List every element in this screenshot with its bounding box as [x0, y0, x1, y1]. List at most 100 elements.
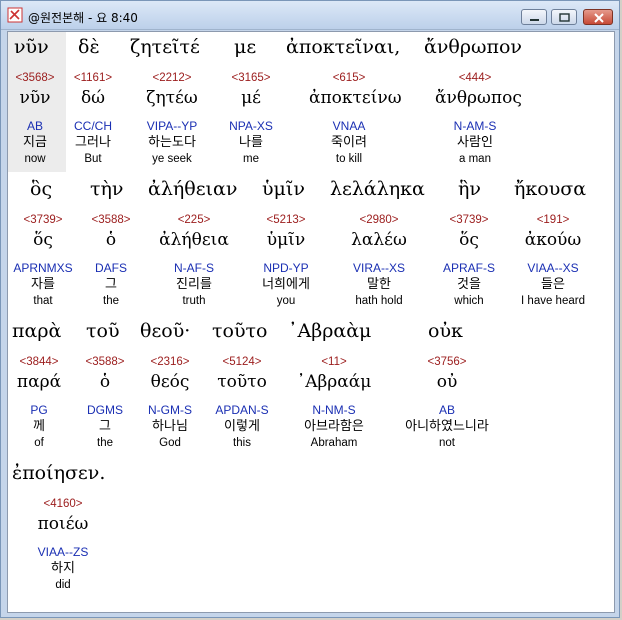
word-analysis[interactable]: <3588> ὁ DAFS 그 the [71, 212, 151, 309]
word-analysis[interactable]: <2212> ζητέω VIPA--YP 하는도다 ye seek [132, 70, 212, 167]
word-analysis[interactable]: <11> ᾿Αβραάμ N-NM-S 아브라함은 Abraham [294, 354, 374, 451]
parsing-code: DAFS [94, 261, 127, 275]
greek-word[interactable]: ζητεῖτέ [130, 36, 200, 58]
word-analysis[interactable]: <444> ἄνθρωπος N-AM-S 사람인 a man [435, 70, 522, 167]
english-gloss: Abraham [310, 437, 358, 449]
strong-number: <191> [536, 214, 570, 226]
strong-number: <3756> [427, 356, 467, 368]
minimize-button[interactable] [521, 9, 547, 25]
korean-gloss: 그 [105, 277, 117, 292]
greek-word[interactable]: οὐκ [428, 320, 463, 342]
word-analysis[interactable]: <615> ἀποκτείνω VNAA 죽이려 to kill [309, 70, 402, 167]
word-analysis[interactable]: <3165> μέ NPA-XS 나를 me [211, 70, 291, 167]
strong-number: <5124> [222, 356, 262, 368]
interlinear-content: νῦν δὲ ζητεῖτέ με ἀποκτεῖναι, ἄνθρωπον <… [7, 31, 615, 613]
english-gloss: the [103, 295, 119, 307]
korean-gloss: 하는도다 [148, 135, 196, 150]
greek-word[interactable]: με [234, 36, 256, 58]
greek-word[interactable]: ὑμῖν [262, 178, 305, 200]
parsing-code: N-AM-S [453, 119, 497, 133]
english-gloss: But [84, 153, 102, 165]
maximize-button[interactable] [551, 9, 577, 25]
greek-text-line: παρὰ τοῦ θεοῦ· τοῦτο ᾿Αβραὰμ οὐκ [8, 320, 614, 350]
greek-word[interactable]: ἄνθρωπον [424, 36, 522, 58]
strong-number: <3739> [449, 214, 489, 226]
strong-number: <1161> [73, 72, 113, 84]
korean-gloss: 하지 [51, 561, 75, 576]
greek-word[interactable]: παρὰ [12, 320, 61, 342]
lemma: οὐ [436, 372, 458, 392]
parsing-code: N-GM-S [148, 403, 192, 417]
lemma: τοῦτο [217, 372, 267, 392]
parsing-code: NPD-YP [263, 261, 309, 275]
strong-number: <615> [332, 72, 366, 84]
greek-word[interactable]: τὴν [90, 178, 123, 200]
greek-word[interactable]: λελάληκα [330, 178, 425, 200]
title-bar[interactable]: @원전본해 - 요 8:40 [1, 1, 619, 30]
parsing-code: VNAA [332, 119, 366, 133]
parsing-code: N-AF-S [174, 261, 214, 275]
korean-gloss: 이렇게 [224, 419, 260, 434]
korean-gloss: 너희에게 [262, 277, 310, 292]
parsing-code: VIRA--XS [352, 261, 405, 275]
greek-word[interactable]: ἀποκτεῖναι, [286, 36, 400, 58]
korean-gloss: 말한 [367, 277, 391, 292]
word-analysis[interactable]: <5124> τοῦτο APDAN-S 이렇게 this [202, 354, 282, 451]
korean-gloss: 하나님 [152, 419, 188, 434]
greek-word[interactable]: ὃς [30, 178, 52, 200]
strong-number: <4160> [43, 498, 83, 510]
parsing-code: AB [438, 403, 455, 417]
english-gloss: God [159, 437, 181, 449]
english-gloss: not [439, 437, 455, 449]
word-analysis[interactable]: <191> ἀκούω VIAA--XS 들은 I have heard [512, 212, 594, 309]
greek-word[interactable]: δὲ [78, 36, 100, 58]
english-gloss: I have heard [521, 295, 585, 307]
korean-gloss: 죽이려 [331, 135, 367, 150]
english-gloss: to kill [335, 153, 363, 165]
word-analysis[interactable]: <5213> ὑμῖν NPD-YP 너희에게 you [246, 212, 326, 309]
word-analysis[interactable]: <3739> ὅς APRAF-S 것을 which [429, 212, 509, 309]
close-button[interactable] [583, 9, 613, 25]
greek-word[interactable]: νῦν [14, 36, 49, 58]
parsing-code: N-NM-S [312, 403, 356, 417]
lemma: ἀκούω [524, 230, 582, 250]
greek-word[interactable]: ἣν [458, 178, 481, 200]
lemma: ποιέω [37, 514, 89, 534]
korean-gloss: 그러나 [75, 135, 111, 150]
english-gloss: a man [459, 153, 491, 165]
lemma: μέ [241, 88, 261, 108]
strong-number: <3165> [231, 72, 271, 84]
greek-word[interactable]: τοῦ [86, 320, 120, 342]
greek-text-line: ἐποίησεν. [8, 462, 614, 492]
parsing-code: NPA-XS [229, 119, 273, 133]
greek-word[interactable]: ἐποίησεν. [12, 462, 105, 484]
word-analysis[interactable]: <2980> λαλέω VIRA--XS 말한 hath hold [339, 212, 419, 309]
parsing-code: VIAA--XS [527, 261, 579, 275]
strong-number: <3588> [91, 214, 131, 226]
greek-word[interactable]: θεοῦ· [140, 320, 190, 342]
english-gloss: this [233, 437, 251, 449]
greek-word[interactable]: ἀλήθειαν [148, 178, 237, 200]
lemma: θεός [150, 372, 190, 392]
word-analysis[interactable]: <3756> οὐ AB 아니하였느니라 not [387, 354, 507, 451]
word-analysis[interactable]: <2316> θεός N-GM-S 하나님 God [130, 354, 210, 451]
greek-word[interactable]: τοῦτο [212, 320, 267, 342]
word-analysis[interactable]: <225> ἀλήθεια N-AF-S 진리를 truth [154, 212, 234, 309]
word-analysis[interactable]: <4160> ποιέω VIAA--ZS 하지 did [23, 496, 103, 593]
strong-number: <2212> [152, 72, 192, 84]
greek-text-line: νῦν δὲ ζητεῖτέ με ἀποκτεῖναι, ἄνθρωπον [8, 36, 614, 66]
lemma: ζητέω [146, 88, 198, 108]
greek-word[interactable]: ᾿Αβραὰμ [288, 320, 371, 342]
parsing-code: VIAA--ZS [37, 545, 89, 559]
lemma: δώ [80, 88, 106, 108]
lemma: ᾿Αβραάμ [296, 372, 372, 392]
lemma: ὅς [459, 230, 479, 250]
greek-word[interactable]: ἤκουσα [514, 178, 586, 200]
english-gloss: hath hold [355, 295, 403, 307]
strong-number: <2316> [150, 356, 190, 368]
korean-gloss: 들은 [541, 277, 565, 292]
parsing-code: VIPA--YP [146, 119, 198, 133]
korean-gloss: 것을 [457, 277, 481, 292]
korean-gloss: 진리를 [176, 277, 212, 292]
word-analysis[interactable]: <1161> δώ CC/CH 그러나 But [53, 70, 133, 167]
